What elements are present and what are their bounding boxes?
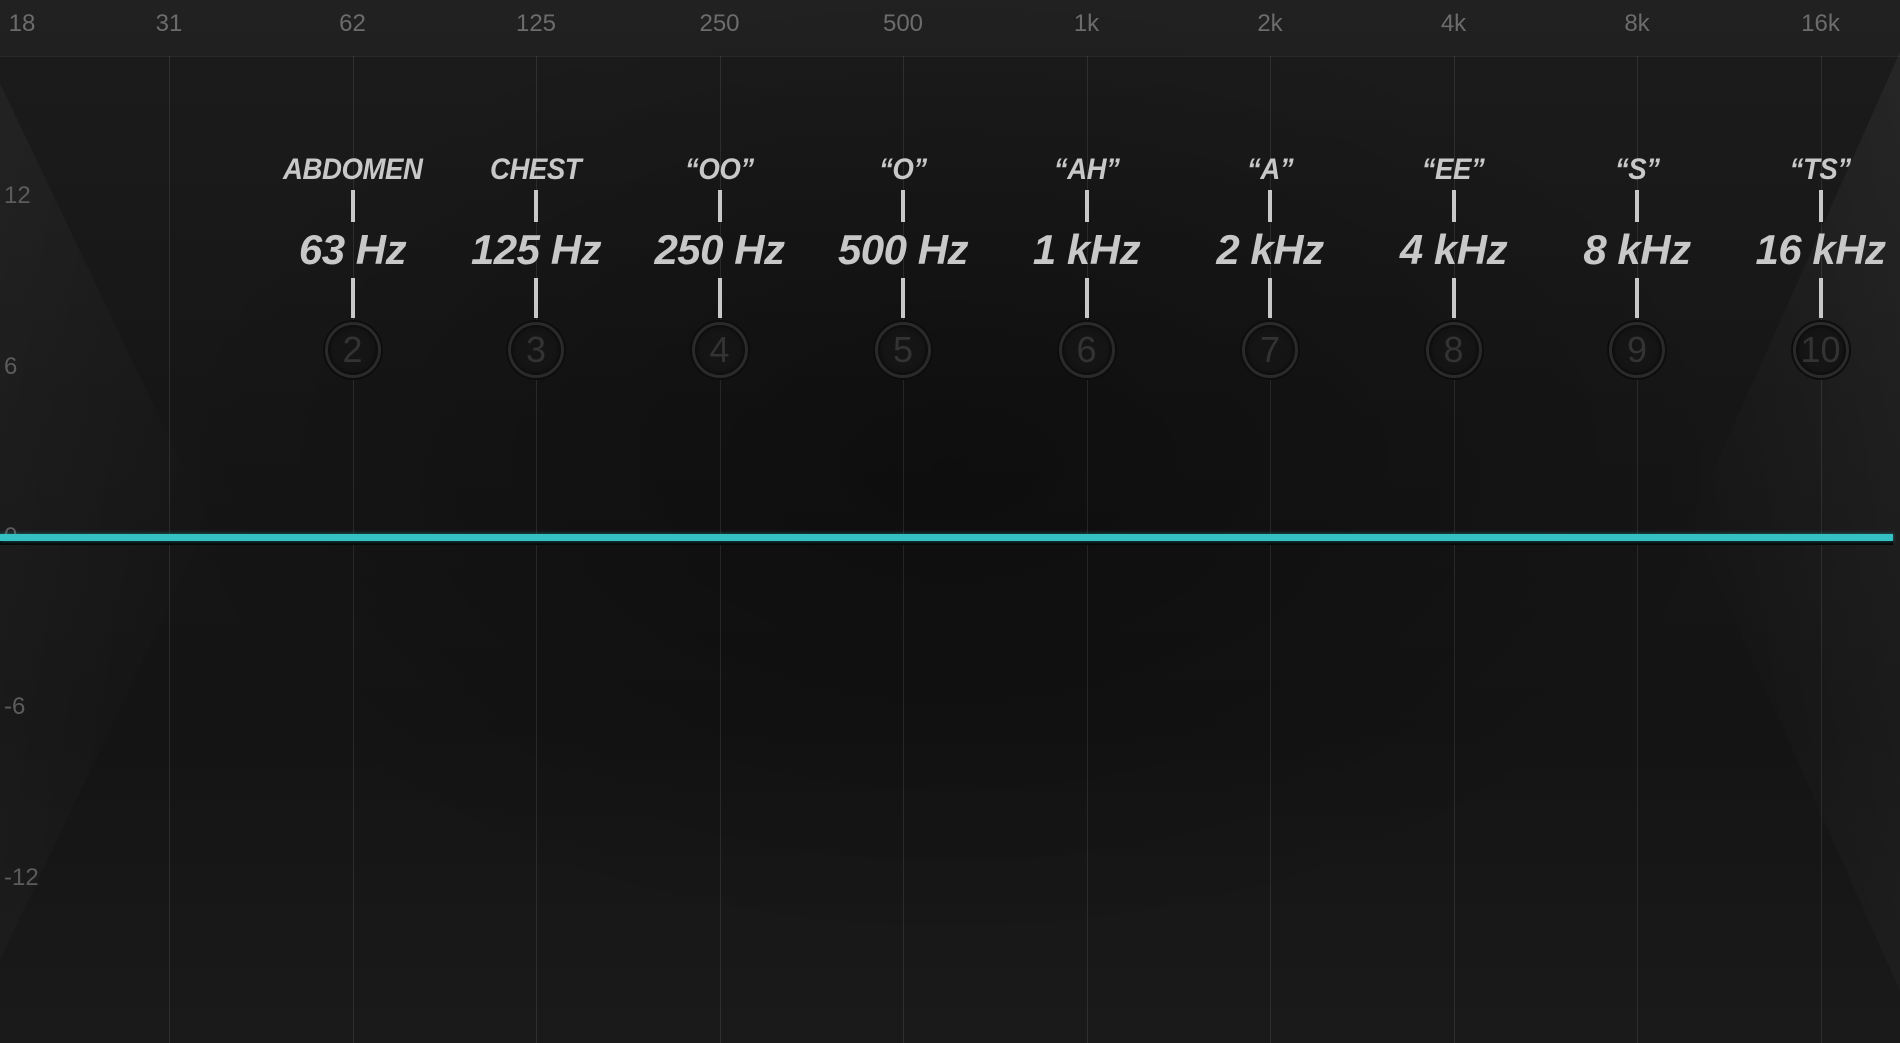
band-frequency: 63 Hz [298, 226, 407, 273]
gain-tick-label: 12 [4, 182, 31, 210]
grid-line-vertical [169, 56, 170, 1043]
band-number-knob[interactable]: 10 [1792, 322, 1849, 378]
band-stem [350, 278, 355, 318]
eq-curve-line[interactable] [0, 534, 1893, 541]
freq-tick-label: 500 [882, 10, 924, 37]
freq-tick-label: 18 [8, 10, 36, 37]
band-frequency: 4 kHz [1399, 226, 1508, 273]
band-number-knob[interactable]: 9 [1609, 322, 1665, 378]
freq-tick-label: 62 [339, 10, 366, 37]
freq-tick-label: 125 [515, 10, 557, 37]
band-number-knob[interactable]: 3 [508, 322, 564, 378]
band-stem [1084, 278, 1089, 318]
band-frequency: 8 kHz [1583, 226, 1691, 273]
band-marker: “AH” 1 kHz 6 [997, 150, 1177, 378]
band-stem [1818, 278, 1823, 318]
band-marker: “O” 500 Hz 5 [813, 150, 993, 378]
gain-tick-label: -12 [4, 863, 39, 891]
band-stem [534, 190, 538, 222]
freq-tick-label: 16k [1801, 10, 1840, 37]
band-label: “S” [1614, 153, 1660, 186]
band-marker: “S” 8 kHz 9 [1547, 150, 1727, 378]
band-label: “TS” [1789, 153, 1852, 186]
band-number-knob[interactable]: 7 [1242, 322, 1298, 378]
band-label: “O” [879, 153, 927, 186]
band-number-knob[interactable]: 4 [691, 322, 748, 378]
eq-curve-shadow [0, 541, 1893, 545]
band-stem [350, 190, 355, 222]
band-number-knob[interactable]: 2 [324, 322, 381, 378]
band-stem [1451, 190, 1456, 222]
band-marker: “TS” 16 kHz 10 [1731, 150, 1900, 378]
band-marker: CHEST 125 Hz 3 [446, 150, 626, 378]
band-number-knob[interactable]: 8 [1425, 322, 1482, 378]
band-marker: ABDOMEN 63 Hz 2 [263, 150, 443, 378]
band-frequency: 500 Hz [837, 226, 969, 273]
band-number-knob[interactable]: 6 [1058, 322, 1115, 378]
band-marker: “OO” 250 Hz 4 [630, 150, 810, 378]
band-label: “OO” [685, 153, 754, 186]
freq-tick-label: 8k [1624, 10, 1650, 37]
band-stem [1268, 278, 1272, 318]
band-frequency: 1 kHz [1032, 226, 1141, 273]
band-label: “AH” [1053, 153, 1120, 186]
band-label: ABDOMEN [282, 153, 423, 186]
band-stem [1268, 190, 1272, 222]
band-label: “A” [1246, 153, 1294, 186]
band-number-knob[interactable]: 5 [875, 322, 931, 378]
band-stem [901, 278, 905, 318]
band-stem [901, 190, 905, 222]
frequency-axis-band [0, 0, 1900, 57]
freq-tick-label: 4k [1440, 10, 1467, 37]
band-frequency: 2 kHz [1216, 226, 1324, 273]
gain-tick-label: -6 [4, 693, 26, 721]
freq-tick-label: 250 [699, 10, 740, 37]
band-stem [534, 278, 538, 318]
band-label: CHEST [490, 153, 582, 186]
freq-tick-label: 1k [1073, 10, 1100, 37]
band-stem [1635, 190, 1639, 222]
freq-tick-label: 2k [1257, 10, 1283, 37]
band-stem [717, 278, 722, 318]
band-frequency: 125 Hz [470, 226, 602, 273]
band-stem [1818, 190, 1823, 222]
band-label: “EE” [1422, 153, 1485, 186]
eq-display: 1831621252505001k2k4k8k16k 1260-6-12 ABD… [0, 0, 1900, 1043]
freq-tick-label: 31 [155, 10, 183, 37]
band-frequency: 250 Hz [654, 226, 785, 273]
band-stem [1084, 190, 1089, 222]
band-marker: “A” 2 kHz 7 [1180, 150, 1360, 378]
band-stem [1451, 278, 1456, 318]
gain-tick-label: 6 [4, 352, 18, 380]
band-stem [717, 190, 722, 222]
band-marker: “EE” 4 kHz 8 [1364, 150, 1544, 378]
band-stem [1635, 278, 1639, 318]
band-frequency: 16 kHz [1755, 226, 1886, 273]
